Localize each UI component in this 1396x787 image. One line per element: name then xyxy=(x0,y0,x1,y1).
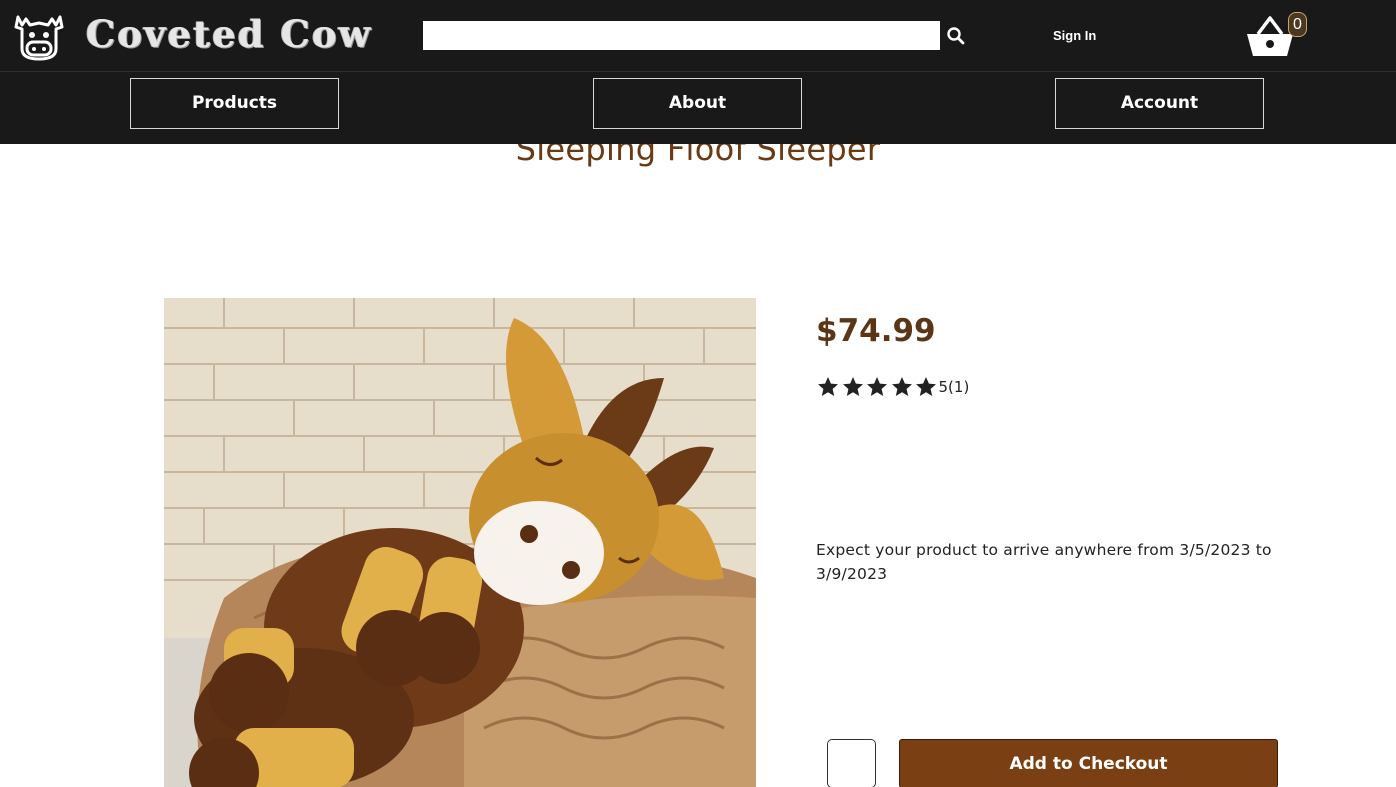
nav-account-button[interactable]: Account xyxy=(1055,78,1264,129)
star-icon xyxy=(867,377,887,396)
star-icon xyxy=(916,377,936,396)
quantity-input[interactable] xyxy=(827,739,876,787)
add-to-checkout-button[interactable]: Add to Checkout xyxy=(899,739,1278,787)
cow-head-icon[interactable] xyxy=(12,11,66,61)
nav-about-button[interactable]: About xyxy=(593,78,802,129)
cart-count-badge: 0 xyxy=(1288,12,1307,37)
star-icon xyxy=(891,377,912,396)
search-icon[interactable] xyxy=(944,24,968,48)
product-image xyxy=(164,298,756,787)
rating-count[interactable]: (1) xyxy=(948,378,969,396)
product-price: $74.99 xyxy=(816,313,936,349)
top-bar: Coveted Cow Sign In 0 xyxy=(0,0,1396,72)
product-rating: 5 (1) xyxy=(816,375,969,399)
star-icon xyxy=(842,377,863,396)
rating-value: 5 xyxy=(938,378,949,396)
nav-products-button[interactable]: Products xyxy=(130,78,339,129)
site-header: Coveted Cow Sign In 0 Products About Acc… xyxy=(0,0,1396,144)
sign-in-link[interactable]: Sign In xyxy=(1053,28,1096,43)
product-photo-illustration xyxy=(164,298,756,787)
search-input[interactable] xyxy=(423,21,940,50)
star-icon xyxy=(818,377,838,396)
delivery-estimate: Expect your product to arrive anywhere f… xyxy=(816,541,1272,583)
brand-name[interactable]: Coveted Cow xyxy=(86,12,373,56)
